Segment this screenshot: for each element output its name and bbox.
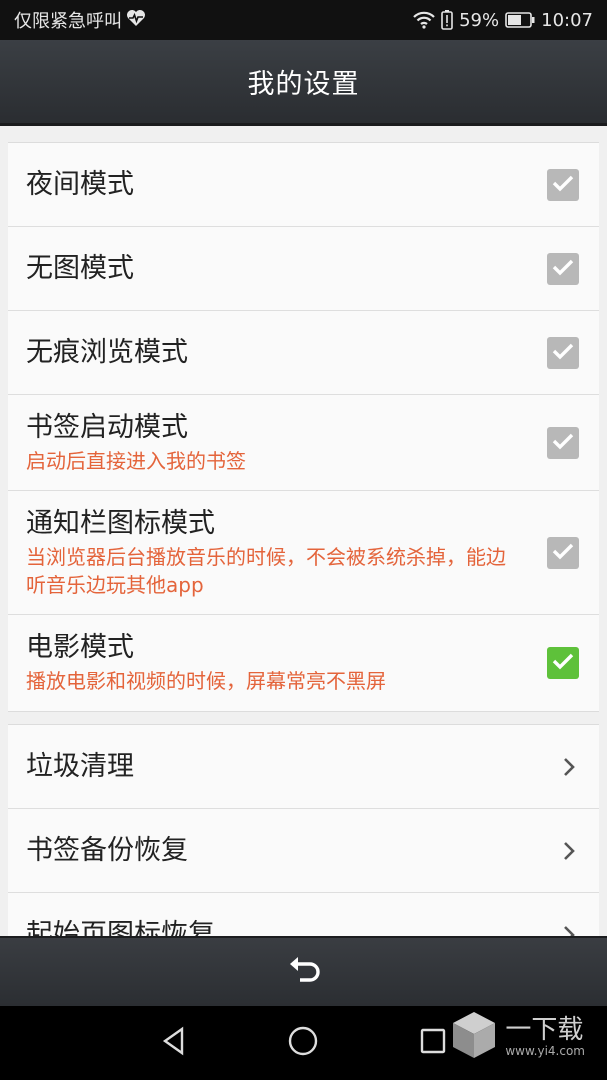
check-icon <box>552 174 574 196</box>
chevron-right-icon <box>557 923 581 936</box>
setting-bookmark-backup[interactable]: 书签备份恢复 <box>8 809 599 893</box>
movie-mode-checkbox[interactable] <box>547 647 579 679</box>
toggle-group: 夜间模式 无图模式 无痕浏览模式 书签启动模式 启动后直接进入我的书签 通知栏图… <box>8 142 599 712</box>
setting-no-image-mode[interactable]: 无图模式 <box>8 227 599 311</box>
no-image-mode-checkbox[interactable] <box>547 252 579 285</box>
setting-label: 电影模式 <box>26 632 134 663</box>
setting-label: 无痕浏览模式 <box>26 336 188 368</box>
check-icon <box>552 432 574 454</box>
chevron-right-icon <box>557 839 581 863</box>
night-mode-checkbox[interactable] <box>547 168 579 201</box>
setting-subtitle: 当浏览器后台播放音乐的时候，不会被系统杀掉，能边听音乐边玩其他app <box>26 544 506 597</box>
setting-night-mode[interactable]: 夜间模式 <box>8 143 599 227</box>
bottom-toolbar <box>0 936 607 1006</box>
setting-movie-mode[interactable]: 电影模式 播放电影和视频的时候，屏幕常亮不黑屏 <box>8 615 599 711</box>
check-icon <box>552 342 574 364</box>
setting-label: 书签备份恢复 <box>26 834 188 866</box>
setting-junk-clean[interactable]: 垃圾清理 <box>8 725 599 809</box>
setting-subtitle: 播放电影和视频的时候，屏幕常亮不黑屏 <box>26 669 386 693</box>
setting-start-page-icon-restore[interactable]: 起始页图标恢复 <box>8 893 599 936</box>
clock: 10:07 <box>541 9 593 31</box>
back-arrow-icon[interactable] <box>284 950 324 994</box>
link-group: 垃圾清理 书签备份恢复 起始页图标恢复 <box>8 724 599 936</box>
setting-notification-icon-mode[interactable]: 通知栏图标模式 当浏览器后台播放音乐的时候，不会被系统杀掉，能边听音乐边玩其他a… <box>8 491 599 615</box>
setting-label: 书签启动模式 <box>26 411 188 443</box>
notification-icon-mode-checkbox[interactable] <box>547 536 579 569</box>
nav-home-icon[interactable] <box>287 1025 319 1061</box>
battery-alert-icon <box>441 10 453 30</box>
status-left: 仅限紧急呼叫 <box>14 7 146 33</box>
chevron-right-icon <box>557 755 581 779</box>
status-bar: 仅限紧急呼叫 59% 10:07 <box>0 0 607 40</box>
watermark-url: www.yi4.com <box>505 1044 585 1058</box>
setting-incognito-mode[interactable]: 无痕浏览模式 <box>8 311 599 395</box>
setting-label: 起始页图标恢复 <box>26 919 215 936</box>
settings-list[interactable]: 夜间模式 无图模式 无痕浏览模式 书签启动模式 启动后直接进入我的书签 通知栏图… <box>0 126 607 936</box>
setting-bookmark-start-mode[interactable]: 书签启动模式 启动后直接进入我的书签 <box>8 395 599 491</box>
carrier-text: 仅限紧急呼叫 <box>14 11 122 32</box>
setting-label: 通知栏图标模式 <box>26 507 215 539</box>
setting-subtitle: 启动后直接进入我的书签 <box>26 448 246 473</box>
cube-logo-icon <box>451 1010 497 1064</box>
incognito-mode-checkbox[interactable] <box>547 336 579 369</box>
setting-label: 夜间模式 <box>26 168 134 200</box>
setting-label: 垃圾清理 <box>26 750 134 782</box>
check-icon <box>552 258 574 280</box>
watermark-brand: 一下载 <box>505 1015 584 1045</box>
wifi-icon <box>413 11 435 29</box>
nav-back-icon[interactable] <box>160 1026 188 1060</box>
title-bar: 我的设置 <box>0 40 607 126</box>
status-right: 59% 10:07 <box>413 10 593 31</box>
watermark: 一下载 www.yi4.com <box>451 1010 585 1064</box>
check-icon <box>552 652 574 674</box>
page-title: 我的设置 <box>247 69 360 100</box>
bookmark-start-mode-checkbox[interactable] <box>547 426 579 459</box>
check-icon <box>552 542 574 564</box>
battery-percent: 59% <box>459 9 500 31</box>
battery-icon <box>505 12 535 28</box>
nav-recent-apps-icon[interactable] <box>419 1027 447 1059</box>
heart-pulse-icon <box>126 9 146 32</box>
setting-label: 无图模式 <box>26 252 134 284</box>
